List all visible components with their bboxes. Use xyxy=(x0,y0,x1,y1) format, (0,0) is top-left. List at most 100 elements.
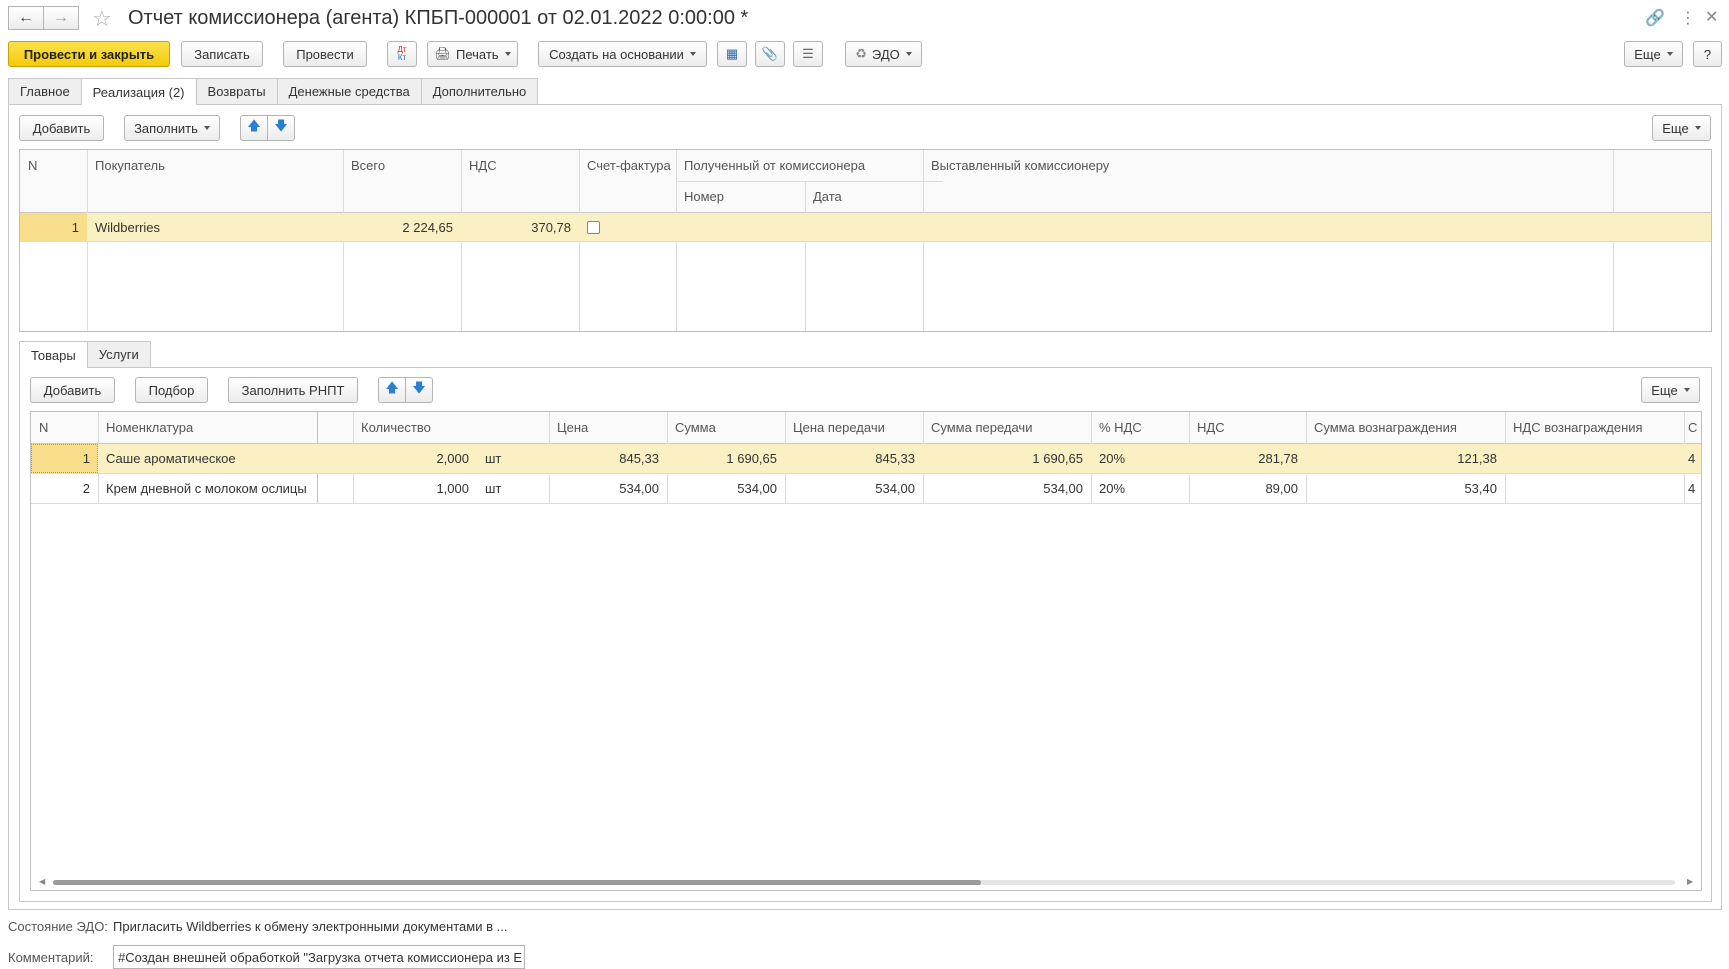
link-icon[interactable]: 🔗 xyxy=(1645,8,1665,28)
tab-services[interactable]: Услуги xyxy=(86,341,151,367)
col-reward-sum[interactable]: Сумма вознаграждения xyxy=(1306,412,1505,443)
arrow-right-icon: → xyxy=(53,9,69,26)
col-price[interactable]: Цена xyxy=(549,412,667,443)
col-item[interactable]: Номенклатура xyxy=(98,412,317,443)
horizontal-scrollbar[interactable]: ◀ ▶ xyxy=(31,872,1701,890)
chevron-down-icon xyxy=(1666,52,1673,56)
forward-button[interactable]: → xyxy=(43,6,79,30)
row-transfer-price[interactable]: 534,00 xyxy=(785,474,923,503)
save-button[interactable]: Записать xyxy=(181,41,263,67)
col-reward-vat[interactable]: НДС вознаграждения xyxy=(1505,412,1684,443)
row-vat[interactable]: 89,00 xyxy=(1189,474,1306,503)
col-sum[interactable]: Сумма xyxy=(667,412,785,443)
row-reward-sum[interactable]: 53,40 xyxy=(1306,474,1505,503)
row-buyer[interactable]: Wildberries xyxy=(87,213,343,241)
scroll-right-icon[interactable]: ▶ xyxy=(1687,877,1693,886)
row-reward-vat[interactable] xyxy=(1505,474,1684,503)
row-item[interactable]: Крем дневной с молоком ослицы xyxy=(98,474,317,503)
back-button[interactable]: ← xyxy=(8,6,44,30)
row-vat[interactable]: 281,78 xyxy=(1189,444,1306,473)
goods-more-button[interactable]: Еще xyxy=(1641,377,1700,403)
row-sum[interactable]: 1 690,65 xyxy=(667,444,785,473)
row-price[interactable]: 534,00 xyxy=(549,474,667,503)
splitter[interactable] xyxy=(19,331,1712,332)
row-transfer-sum[interactable]: 1 690,65 xyxy=(923,444,1091,473)
col-buyer[interactable]: Покупатель xyxy=(87,150,343,181)
realization-more-button[interactable]: Еще xyxy=(1652,115,1711,141)
row-item[interactable]: Саше ароматическое xyxy=(98,444,317,473)
row-next[interactable]: 4 xyxy=(1684,474,1701,503)
arrow-up-icon: 🡅 xyxy=(247,118,261,133)
scrollbar-thumb[interactable] xyxy=(53,880,981,885)
more-button[interactable]: Еще xyxy=(1624,41,1683,67)
row-reward-sum[interactable]: 121,38 xyxy=(1306,444,1505,473)
close-icon[interactable]: ✕ xyxy=(1705,7,1718,27)
goods-pick-button[interactable]: Подбор xyxy=(135,377,208,403)
col-n[interactable]: N xyxy=(20,150,87,181)
create-based-button[interactable]: Создать на основании xyxy=(538,41,707,67)
col-qty[interactable]: Количество xyxy=(353,412,549,443)
col-received-number[interactable]: Номер xyxy=(676,181,805,212)
help-button[interactable]: ? xyxy=(1693,41,1722,67)
tab-cash[interactable]: Денежные средства xyxy=(276,78,422,104)
goods-move-down-button[interactable]: 🡇 xyxy=(405,377,433,403)
row-unit[interactable]: шт xyxy=(477,444,549,473)
col-received-date[interactable]: Дата xyxy=(805,181,923,212)
scroll-left-icon[interactable]: ◀ xyxy=(39,877,45,886)
row-qty[interactable]: 2,000 xyxy=(353,444,477,473)
col-transfer-price[interactable]: Цена передачи xyxy=(785,412,923,443)
edo-button[interactable]: ♻ ЭДО xyxy=(845,41,922,67)
goods-add-button[interactable]: Добавить xyxy=(30,377,115,403)
col-invoice[interactable]: Счет-фактура xyxy=(579,150,676,181)
fill-rnpt-button[interactable]: Заполнить РНПТ xyxy=(228,377,358,403)
invoice-checkbox[interactable] xyxy=(587,220,600,234)
col-vat-rate[interactable]: % НДС xyxy=(1091,412,1189,443)
row-sum[interactable]: 534,00 xyxy=(667,474,785,503)
goods-move-up-button[interactable]: 🡅 xyxy=(378,377,406,403)
realization-move-up-button[interactable]: 🡅 xyxy=(240,115,268,141)
row-qty[interactable]: 1,000 xyxy=(353,474,477,503)
tab-realization[interactable]: Реализация (2) xyxy=(80,78,197,105)
star-icon[interactable]: ☆ xyxy=(92,6,112,32)
edo-state-link[interactable]: Пригласить Wildberries к обмену электрон… xyxy=(113,919,507,934)
col-transfer-sum[interactable]: Сумма передачи xyxy=(923,412,1091,443)
realization-fill-button[interactable]: Заполнить xyxy=(124,115,220,141)
invoice-checkbox-cell[interactable] xyxy=(579,213,676,241)
arrow-up-icon: 🡅 xyxy=(385,380,399,395)
comment-field[interactable]: #Создан внешней обработкой "Загрузка отч… xyxy=(113,945,525,969)
post-and-close-button[interactable]: Провести и закрыть xyxy=(8,41,170,67)
tab-returns[interactable]: Возвраты xyxy=(195,78,278,104)
document-list-button[interactable]: ☰ xyxy=(793,41,823,67)
row-n: 2 xyxy=(82,481,90,496)
tab-goods[interactable]: Товары xyxy=(19,341,88,368)
row-vat-rate[interactable]: 20% xyxy=(1091,474,1189,503)
edo-state-label: Состояние ЭДО: xyxy=(8,919,108,934)
col-received[interactable]: Полученный от комиссионера xyxy=(676,150,923,181)
row-unit[interactable]: шт xyxy=(477,474,549,503)
col-n[interactable]: N xyxy=(31,412,98,443)
structure-button[interactable]: ▦ xyxy=(717,41,747,67)
row-transfer-price[interactable]: 845,33 xyxy=(785,444,923,473)
realization-add-button[interactable]: Добавить xyxy=(19,115,104,141)
row-next[interactable]: 4 xyxy=(1684,444,1701,473)
col-vat[interactable]: НДС xyxy=(1189,412,1306,443)
print-button[interactable]: 🖨 Печать xyxy=(427,41,518,67)
row-total[interactable]: 2 224,65 xyxy=(343,213,461,241)
post-button[interactable]: Провести xyxy=(283,41,367,67)
tab-additional[interactable]: Дополнительно xyxy=(420,78,539,104)
menu-dots-icon[interactable]: ⋮ xyxy=(1680,8,1696,28)
col-vat[interactable]: НДС xyxy=(461,150,579,181)
realization-move-down-button[interactable]: 🡇 xyxy=(267,115,295,141)
col-next[interactable]: С xyxy=(1684,412,1701,443)
attach-button[interactable]: 📎 xyxy=(755,41,785,67)
row-vat-rate[interactable]: 20% xyxy=(1091,444,1189,473)
tab-main[interactable]: Главное xyxy=(8,78,82,104)
row-vat[interactable]: 370,78 xyxy=(461,213,579,241)
row-price[interactable]: 845,33 xyxy=(549,444,667,473)
dtkt-button[interactable]: Дт Кт xyxy=(387,41,417,67)
col-issued[interactable]: Выставленный комиссионеру xyxy=(923,150,1613,181)
comment-label: Комментарий: xyxy=(8,950,94,965)
row-transfer-sum[interactable]: 534,00 xyxy=(923,474,1091,503)
col-total[interactable]: Всего xyxy=(343,150,461,181)
row-reward-vat[interactable] xyxy=(1505,444,1684,473)
